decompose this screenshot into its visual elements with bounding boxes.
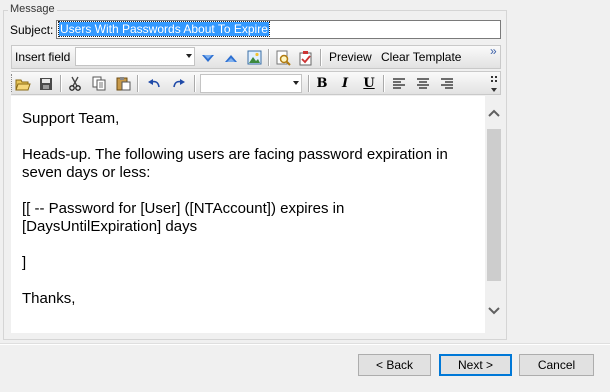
check-button[interactable] bbox=[296, 48, 316, 67]
italic-button[interactable]: I bbox=[335, 74, 355, 93]
toolbar-separator bbox=[308, 75, 310, 92]
copy-icon bbox=[92, 76, 105, 91]
editor-line: Heads-up. The following users are facing… bbox=[22, 146, 448, 181]
copy-button[interactable] bbox=[89, 74, 109, 93]
open-button[interactable] bbox=[13, 74, 33, 93]
arrow-up-blue-icon bbox=[225, 54, 237, 62]
toolbar-options-icon bbox=[491, 75, 497, 92]
subject-input-value: Users With Passwords About To Expire bbox=[58, 21, 270, 37]
editor-body[interactable]: Support Team, Heads-up. The following us… bbox=[22, 110, 477, 308]
editor-line: ] bbox=[22, 254, 27, 271]
underline-button[interactable]: U bbox=[359, 74, 379, 93]
bold-button[interactable]: B bbox=[312, 74, 332, 93]
toolbar-separator bbox=[60, 75, 62, 92]
toolbar-separator bbox=[383, 75, 385, 92]
insert-field-label: Insert field bbox=[15, 50, 71, 64]
undo-button[interactable] bbox=[144, 74, 164, 93]
font-dropdown[interactable] bbox=[200, 74, 302, 93]
find-button[interactable] bbox=[273, 48, 293, 67]
editor-line bbox=[22, 182, 477, 200]
find-icon bbox=[276, 50, 291, 66]
subject-label: Subject: bbox=[10, 23, 54, 37]
editor-scrollbar[interactable] bbox=[485, 96, 502, 333]
cancel-button[interactable]: Cancel bbox=[519, 354, 594, 376]
open-folder-icon bbox=[15, 79, 31, 90]
checklist-icon bbox=[299, 50, 312, 65]
insert-image-button[interactable] bbox=[244, 48, 264, 67]
scroll-thumb[interactable] bbox=[487, 129, 501, 281]
toolbar-separator bbox=[194, 75, 196, 92]
editor-line bbox=[22, 128, 477, 146]
toolbar-separator bbox=[320, 49, 322, 66]
scroll-down-button[interactable] bbox=[485, 302, 502, 319]
next-button[interactable]: Next > bbox=[439, 354, 512, 376]
editor-line: Support Team, bbox=[22, 110, 120, 127]
italic-icon: I bbox=[341, 76, 349, 91]
scroll-up-button[interactable] bbox=[485, 104, 502, 121]
align-right-button[interactable] bbox=[437, 74, 457, 93]
align-left-button[interactable] bbox=[389, 74, 409, 93]
chevron-down-icon bbox=[293, 81, 299, 85]
move-up-button[interactable] bbox=[221, 48, 241, 67]
footer-divider bbox=[0, 343, 610, 345]
align-center-icon bbox=[417, 77, 429, 89]
edit-toolbar: B I U bbox=[11, 71, 501, 95]
subject-input[interactable]: Users With Passwords About To Expire bbox=[56, 20, 501, 39]
insert-field-dropdown[interactable] bbox=[75, 47, 195, 66]
editor-line bbox=[22, 272, 477, 290]
message-editor[interactable]: Support Team, Heads-up. The following us… bbox=[11, 96, 502, 333]
redo-button[interactable] bbox=[169, 74, 189, 93]
redo-icon bbox=[173, 78, 185, 87]
underline-icon: U bbox=[363, 76, 375, 91]
toolbar-overflow-icon[interactable]: » bbox=[490, 44, 497, 58]
bold-icon: B bbox=[316, 76, 328, 91]
arrow-down-blue-icon bbox=[202, 54, 214, 62]
cut-button[interactable] bbox=[65, 74, 85, 93]
save-disk-icon bbox=[40, 77, 52, 90]
align-right-icon bbox=[441, 77, 453, 89]
editor-line: [[ -- Password for [User] ([NTAccount]) … bbox=[22, 200, 345, 235]
paste-icon bbox=[116, 77, 130, 91]
toolbar-options-button[interactable] bbox=[489, 74, 499, 93]
undo-icon bbox=[148, 78, 160, 87]
cut-icon bbox=[69, 76, 81, 91]
clear-template-button[interactable]: Clear Template bbox=[381, 50, 461, 64]
paste-button[interactable] bbox=[113, 74, 133, 93]
move-down-button[interactable] bbox=[198, 48, 218, 67]
editor-line bbox=[22, 236, 477, 254]
chevron-up-icon bbox=[487, 109, 500, 117]
chevron-down-icon bbox=[487, 306, 500, 314]
align-center-button[interactable] bbox=[413, 74, 433, 93]
save-button[interactable] bbox=[36, 74, 56, 93]
chevron-down-icon bbox=[186, 54, 192, 58]
message-group-title: Message bbox=[8, 3, 57, 15]
image-icon bbox=[247, 50, 261, 65]
toolbar-separator bbox=[137, 75, 139, 92]
editor-line: Thanks, bbox=[22, 290, 76, 307]
back-button[interactable]: < Back bbox=[358, 354, 431, 376]
template-toolbar: Insert field Preview Clear Template » bbox=[11, 44, 501, 69]
preview-button[interactable]: Preview bbox=[329, 50, 372, 64]
toolbar-separator bbox=[268, 49, 270, 66]
align-left-icon bbox=[393, 77, 405, 89]
